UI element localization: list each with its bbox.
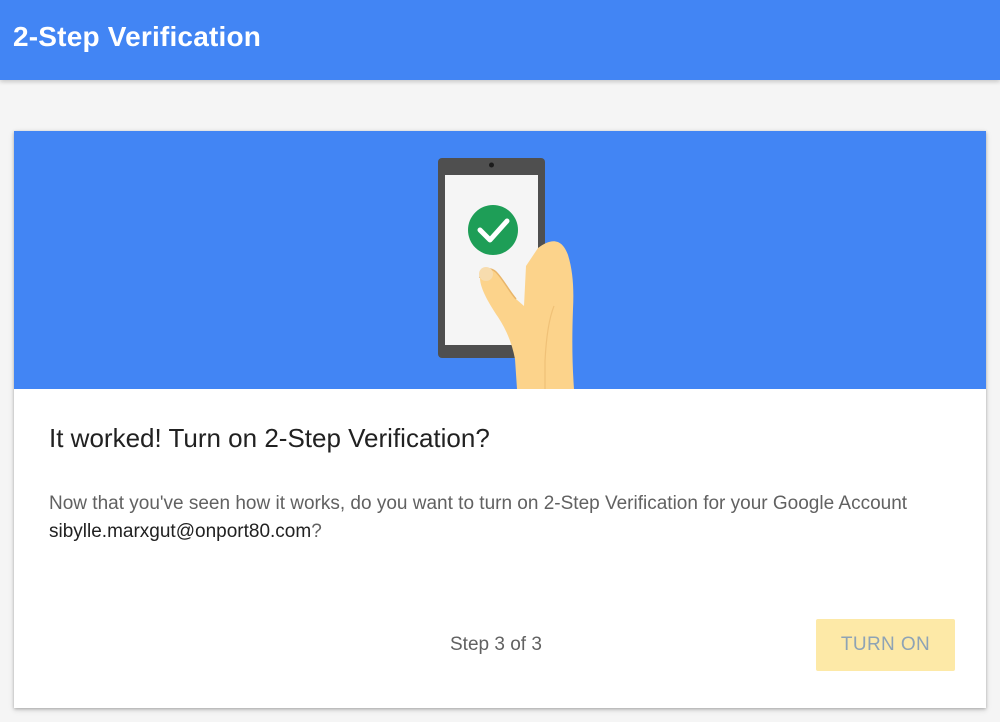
- account-email: sibylle.marxgut@onport80.com: [49, 521, 312, 542]
- header-bar: 2-Step Verification: [0, 0, 1000, 80]
- card-title: It worked! Turn on 2-Step Verification?: [49, 423, 490, 453]
- turn-on-button[interactable]: TURN ON: [816, 619, 955, 671]
- phone-illustration: [438, 158, 574, 389]
- step-indicator: Step 3 of 3: [450, 634, 542, 655]
- page-title: 2-Step Verification: [13, 21, 262, 52]
- verification-card: It worked! Turn on 2-Step Verification? …: [14, 131, 986, 708]
- description-suffix: ?: [311, 521, 322, 542]
- hero-banner: [14, 131, 986, 389]
- card-description: Now that you've seen how it works, do yo…: [49, 490, 949, 546]
- description-text: Now that you've seen how it works, do yo…: [49, 493, 908, 514]
- checkmark-icon: [468, 205, 518, 255]
- phone-camera: [489, 162, 494, 168]
